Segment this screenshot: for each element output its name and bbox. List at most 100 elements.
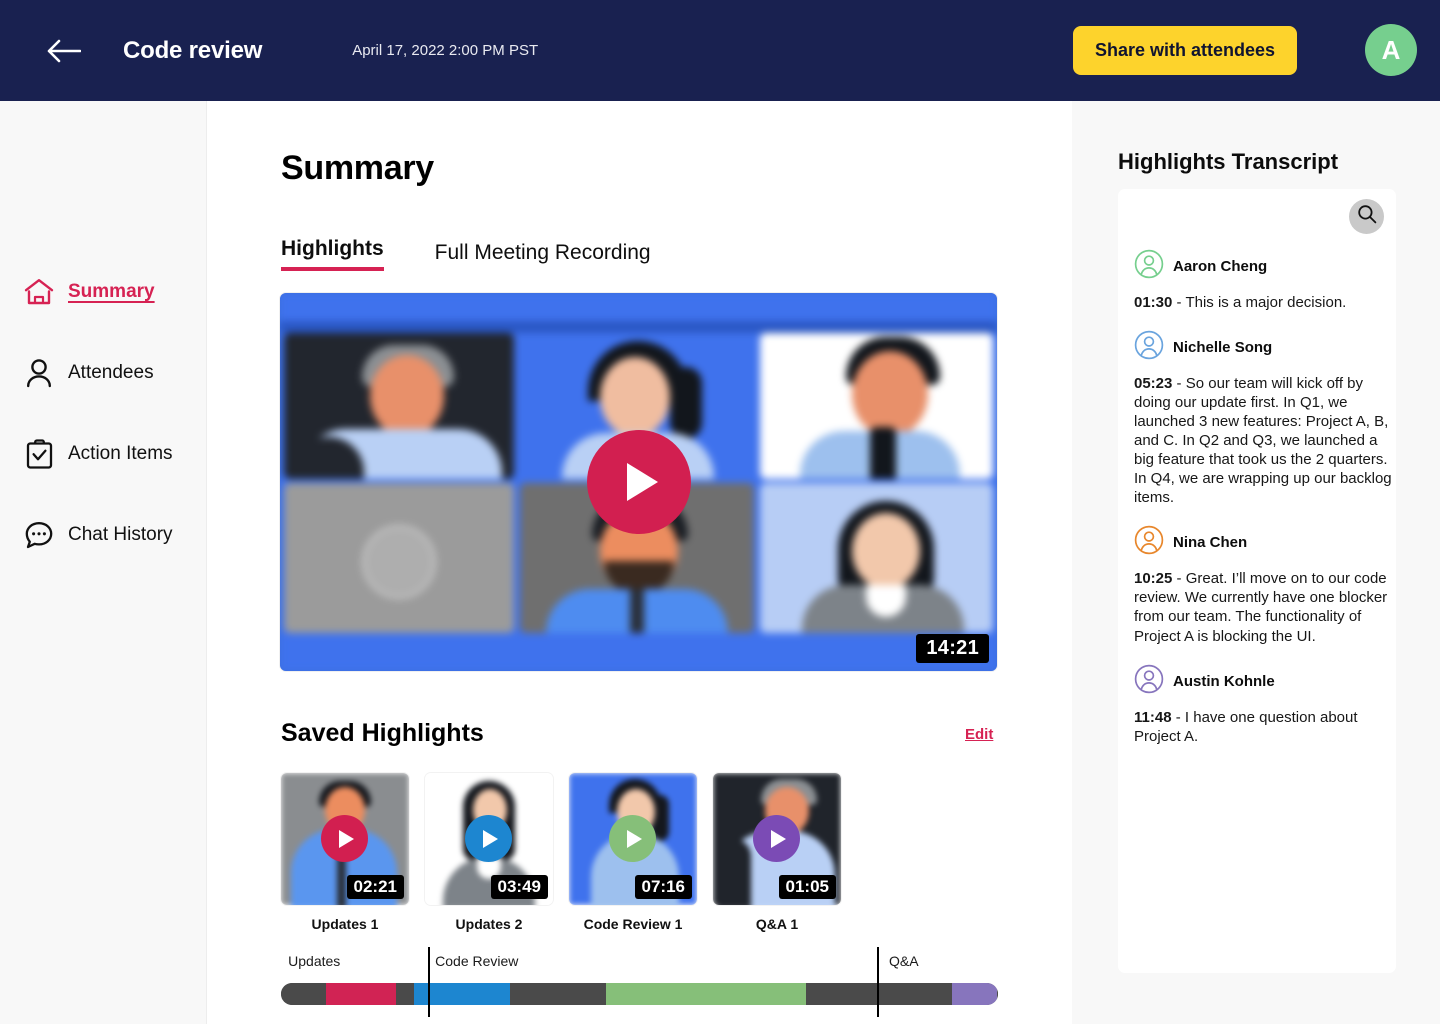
highlight-duration: 02:21: [346, 875, 404, 899]
timeline-label-qa: Q&A: [889, 953, 919, 969]
edit-highlights-link[interactable]: Edit: [965, 726, 993, 743]
highlight-play-button[interactable]: [321, 815, 368, 862]
home-icon: [22, 275, 56, 309]
highlight-card[interactable]: 02:21 Updates 1: [281, 773, 409, 932]
transcript-entry-header: Nichelle Song: [1134, 330, 1394, 365]
transcript-timestamp[interactable]: 01:30: [1134, 294, 1172, 311]
tab-full-meeting-recording[interactable]: Full Meeting Recording: [435, 241, 651, 271]
highlight-play-button[interactable]: [465, 815, 512, 862]
speaker-avatar-icon: [1134, 330, 1164, 365]
play-icon: [627, 463, 658, 501]
sidebar-item-chat-history[interactable]: Chat History: [0, 514, 206, 556]
speaker-name: Aaron Cheng: [1173, 258, 1268, 275]
video-player[interactable]: 14:21: [280, 293, 997, 671]
highlight-play-button[interactable]: [753, 815, 800, 862]
highlights-transcript-panel: Highlights Transcript Aaron Cheng 01:30 …: [1072, 101, 1440, 1024]
speaker-avatar-icon: [1134, 525, 1164, 560]
transcript-entry[interactable]: Aaron Cheng 01:30 - This is a major deci…: [1134, 249, 1394, 312]
transcript-entry-header: Nina Chen: [1134, 525, 1394, 560]
play-icon: [627, 829, 642, 848]
speaker-name: Austin Kohnle: [1173, 672, 1275, 690]
speaker-name: Nichelle Song: [1173, 339, 1273, 357]
saved-highlights-title: Saved Highlights: [281, 719, 484, 747]
timeline-segment-qa-1[interactable]: [952, 983, 997, 1005]
page-meeting-title: Code review: [123, 36, 263, 64]
timeline-label-code-review: Code Review: [435, 953, 519, 969]
search-icon: [1357, 204, 1377, 229]
saved-highlights-list: 02:21 Updates 1 03:49 Updates 2 07:16 Co…: [281, 773, 841, 932]
highlight-label: Code Review 1: [583, 916, 683, 932]
transcript-entry-text: 11:48 - I have one question about Projec…: [1134, 708, 1358, 745]
content-tabs: Highlights Full Meeting Recording: [281, 237, 651, 271]
play-icon: [483, 829, 498, 848]
sidebar-label-chat-history: Chat History: [68, 524, 173, 545]
transcript-timestamp[interactable]: 11:48: [1134, 709, 1172, 726]
highlight-play-button[interactable]: [609, 815, 656, 862]
timeline-labels: Updates Code Review Q&A: [281, 953, 998, 977]
transcript-body: This is a major decision.: [1185, 294, 1347, 311]
timeline-segment: [396, 983, 415, 1005]
highlight-label: Updates 1: [311, 916, 379, 932]
timeline-segment: [996, 983, 998, 1005]
share-with-attendees-button[interactable]: Share with attendees: [1072, 26, 1297, 75]
transcript-entry[interactable]: Nina Chen 10:25 - Great. I’ll move on to…: [1134, 525, 1394, 645]
timeline-segment-updates-1[interactable]: [326, 983, 397, 1005]
highlight-duration: 01:05: [778, 875, 836, 899]
chat-bubble-icon: [22, 518, 56, 552]
transcript-entry-header: Austin Kohnle: [1134, 664, 1394, 699]
highlight-thumbnail[interactable]: 02:21: [281, 773, 409, 905]
main-content: Summary Highlights Full Meeting Recordin…: [207, 101, 1072, 1024]
highlight-thumbnail[interactable]: 03:49: [425, 773, 553, 905]
timeline-segment-code-review-1[interactable]: [605, 983, 806, 1005]
highlight-duration: 07:16: [634, 875, 692, 899]
transcript-search-button[interactable]: [1349, 199, 1384, 234]
highlight-thumbnail[interactable]: 01:05: [713, 773, 841, 905]
transcript-timestamp[interactable]: 05:23: [1134, 375, 1172, 392]
transcript-entry-text: 05:23 - So our team will kick off by doi…: [1134, 375, 1392, 507]
back-button[interactable]: [40, 27, 88, 75]
timeline-bar[interactable]: [281, 983, 998, 1005]
speaker-avatar-icon: [1134, 249, 1164, 284]
transcript-entries: Aaron Cheng 01:30 - This is a major deci…: [1134, 249, 1394, 764]
highlight-duration: 03:49: [490, 875, 548, 899]
user-avatar[interactable]: A: [1365, 24, 1417, 76]
meeting-timeline[interactable]: Updates Code Review Q&A: [281, 953, 998, 1005]
speaker-avatar-icon: [1134, 664, 1164, 699]
highlight-label: Updates 2: [455, 916, 523, 932]
play-button[interactable]: [586, 430, 691, 534]
highlight-card[interactable]: 01:05 Q&A 1: [713, 773, 841, 932]
highlight-thumbnail[interactable]: 07:16: [569, 773, 697, 905]
meeting-datetime: April 17, 2022 2:00 PM PST: [352, 42, 539, 59]
play-icon: [771, 829, 786, 848]
page-title: Summary: [281, 149, 434, 187]
highlight-label: Q&A 1: [755, 916, 799, 932]
left-sidebar: Summary Attendees Action Items Chat Hist…: [0, 101, 207, 1024]
sidebar-label-summary: Summary: [68, 281, 155, 302]
tab-highlights[interactable]: Highlights: [281, 237, 384, 271]
transcript-entry-header: Aaron Cheng: [1134, 249, 1394, 284]
transcript-body: Great. I’ll move on to our code review. …: [1134, 570, 1388, 645]
sidebar-label-action-items: Action Items: [68, 443, 173, 464]
sidebar-item-action-items[interactable]: Action Items: [0, 433, 206, 475]
transcript-entry[interactable]: Nichelle Song 05:23 - So our team will k…: [1134, 330, 1394, 507]
transcript-entry-text: 10:25 - Great. I’ll move on to our code …: [1134, 570, 1388, 645]
transcript-card: Aaron Cheng 01:30 - This is a major deci…: [1118, 189, 1396, 973]
highlight-card[interactable]: 03:49 Updates 2: [425, 773, 553, 932]
clipboard-check-icon: [22, 437, 56, 471]
timeline-segment: [510, 983, 606, 1005]
timeline-label-updates: Updates: [288, 953, 341, 969]
play-icon: [339, 829, 354, 848]
timeline-tick-qa: [877, 947, 879, 1017]
top-header-bar: Code review April 17, 2022 2:00 PM PST S…: [0, 0, 1440, 101]
sidebar-item-attendees[interactable]: Attendees: [0, 352, 206, 394]
speaker-name: Nina Chen: [1173, 534, 1248, 552]
transcript-entry-text: 01:30 - This is a major decision.: [1134, 294, 1347, 311]
arrow-left-icon: [47, 39, 81, 63]
transcript-entry[interactable]: Austin Kohnle 11:48 - I have one questio…: [1134, 664, 1394, 746]
transcript-timestamp[interactable]: 10:25: [1134, 570, 1172, 587]
sidebar-item-summary[interactable]: Summary: [0, 271, 206, 313]
person-icon: [22, 356, 56, 390]
highlight-card[interactable]: 07:16 Code Review 1: [569, 773, 697, 932]
timeline-tick-code-review: [428, 947, 430, 1017]
transcript-panel-title: Highlights Transcript: [1118, 149, 1339, 174]
